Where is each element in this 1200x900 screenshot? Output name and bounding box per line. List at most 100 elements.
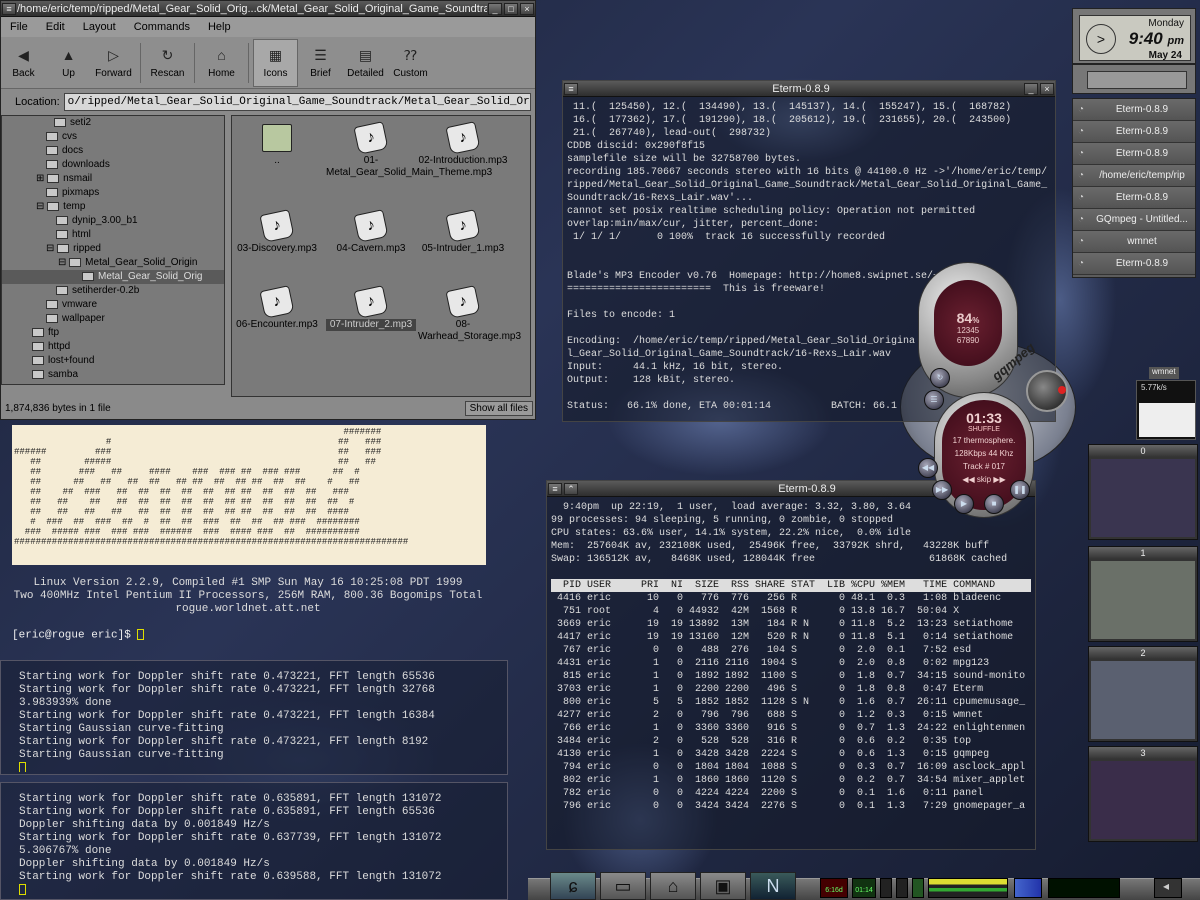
playlist-button[interactable]: ☰ <box>924 390 944 410</box>
mixer-slider-3[interactable] <box>912 878 924 898</box>
eterm-top-window[interactable]: ≡ ⌃ Eterm-0.8.9 9:40pm up 22:19, 1 user,… <box>546 480 1036 850</box>
task-item[interactable]: ◔ Eterm-0.8.9 <box>1073 99 1195 121</box>
tree-item[interactable]: setiherder-0.2b <box>2 284 224 298</box>
tree-item[interactable]: ftp <box>2 326 224 340</box>
menu-layout[interactable]: Layout <box>74 21 125 33</box>
tree-item[interactable]: samba <box>2 368 224 382</box>
tree-item[interactable]: cvs <box>2 130 224 144</box>
stop-button[interactable]: ■ <box>984 494 1004 514</box>
tree-item[interactable]: seti2 <box>2 116 224 130</box>
custom-view-button[interactable]: ⁇ Custom <box>388 39 433 87</box>
file-item[interactable]: .. <box>232 124 322 167</box>
play-button[interactable]: ▶ <box>954 494 974 514</box>
window-icon: ◔ <box>1077 104 1085 115</box>
terminal-launcher[interactable]: ▣ <box>700 872 746 900</box>
login-banner-terminal[interactable]: ####### # ## ### ###### ### ## ### ## ###… <box>8 423 488 655</box>
gqmpeg-player[interactable]: 84% 12345 67890 gqmpeg ↻ ☰ 01:33 SHUFFLE… <box>900 262 1080 524</box>
task-item[interactable]: ◔ Eterm-0.8.9 <box>1073 253 1195 275</box>
task-item[interactable]: ◔ Eterm-0.8.9 <box>1073 121 1195 143</box>
file-item[interactable]: ♪ 06-Encounter.mp3 <box>232 285 322 331</box>
task-item[interactable]: ◔ wmnet <box>1073 231 1195 253</box>
tree-item[interactable]: dynip_3.00_b1 <box>2 214 224 228</box>
window-menu-button[interactable]: ≡ <box>564 82 578 95</box>
tree-item[interactable]: docs <box>2 144 224 158</box>
collapse-icon[interactable]: ⊟ <box>36 201 47 212</box>
window-menu-button[interactable]: ≡ <box>548 482 562 495</box>
collapse-icon[interactable]: ⊟ <box>58 257 69 268</box>
file-icon-view[interactable]: .. ♪ 01-Metal_Gear_Solid_Main_Theme.mp3 ♪… <box>231 115 531 397</box>
minimize-button[interactable]: _ <box>488 2 502 15</box>
tree-item[interactable]: ⊟ ripped <box>2 242 224 256</box>
shuffle-button[interactable]: ↻ <box>930 368 950 388</box>
seti-terminal-2[interactable]: Starting work for Doppler shift rate 0.6… <box>0 782 508 900</box>
close-button[interactable]: × <box>520 2 534 15</box>
home-launcher[interactable]: ⌂ <box>650 872 696 900</box>
expand-icon[interactable]: ⊞ <box>36 173 47 184</box>
show-all-files-button[interactable]: Show all files <box>464 400 533 416</box>
back-button[interactable]: ◀ Back <box>1 39 46 87</box>
tree-item[interactable]: ⊟ Metal_Gear_Solid_Origin <box>2 256 224 270</box>
fast-forward-button[interactable]: ▶▶ <box>932 480 952 500</box>
task-item[interactable]: ◔/home/eric/temp/rip <box>1073 165 1195 187</box>
collapse-icon[interactable]: ⊟ <box>46 243 57 254</box>
icons-view-button[interactable]: ▦ Icons <box>253 38 298 87</box>
home-button[interactable]: ⌂ Home <box>199 39 244 87</box>
gnome-foot-menu-button[interactable]: ɕ <box>550 872 596 900</box>
tree-item[interactable]: ⊞ nsmail <box>2 172 224 186</box>
pager-desktop-1[interactable]: 1 <box>1088 546 1198 642</box>
maximize-button[interactable]: □ <box>504 2 518 15</box>
menu-help[interactable]: Help <box>199 21 240 33</box>
netscape-launcher[interactable]: N <box>750 872 796 900</box>
mixer-slider-1[interactable] <box>880 878 892 898</box>
tree-item[interactable]: downloads <box>2 158 224 172</box>
file-item[interactable]: ♪ 05-Intruder_1.mp3 <box>418 209 508 255</box>
pager-desktop-2[interactable]: 2 <box>1088 646 1198 742</box>
tree-item[interactable]: lost+found <box>2 354 224 368</box>
file-item[interactable]: ♪ 08-Warhead_Storage.mp3 <box>418 285 521 343</box>
window-menu-button[interactable]: ≡ <box>2 2 16 15</box>
tree-item-selected[interactable]: Metal_Gear_Solid_Orig <box>2 270 224 284</box>
file-item[interactable]: ♪ 04-Cavern.mp3 <box>326 209 416 255</box>
tree-item[interactable]: pixmaps <box>2 186 224 200</box>
pager-desktop-0[interactable]: 0 <box>1088 444 1198 540</box>
tree-item[interactable]: ⊟ temp <box>2 200 224 214</box>
detailed-view-button[interactable]: ▤ Detailed <box>343 39 388 87</box>
process-row: 4417 eric 19 19 13160 12M 520 R N 0 11.8… <box>551 632 1014 643</box>
pause-button[interactable]: ❚❚ <box>1010 480 1030 500</box>
pager-desktop-3[interactable]: 3 <box>1088 746 1198 842</box>
task-item[interactable]: ◔ GQmpeg - Untitled... <box>1073 209 1195 231</box>
shell-prompt[interactable]: [eric@rogue eric]$ <box>12 629 145 641</box>
close-button[interactable]: × <box>1040 82 1054 95</box>
forward-button[interactable]: ▷ Forward <box>91 39 136 87</box>
file-manager-titlebar[interactable]: ≡ /home/eric/temp/ripped/Metal_Gear_Soli… <box>1 1 535 17</box>
up-button[interactable]: ▲ Up <box>46 39 91 87</box>
file-item[interactable]: ♪ 03-Discovery.mp3 <box>232 209 322 255</box>
minimize-button[interactable]: _ <box>1024 82 1038 95</box>
volume-applet[interactable]: ◂ <box>1154 878 1182 898</box>
file-manager-launcher[interactable]: ▭ <box>600 872 646 900</box>
tree-item[interactable]: html <box>2 228 224 242</box>
task-item[interactable]: ◔ Eterm-0.8.9 <box>1073 143 1195 165</box>
tree-item[interactable]: wallpaper <box>2 312 224 326</box>
record-knob[interactable] <box>1026 370 1068 412</box>
menu-commands[interactable]: Commands <box>125 21 199 33</box>
file-item[interactable]: ♪ 02-Introduction.mp3 <box>418 121 508 167</box>
brief-view-button[interactable]: ☰ Brief <box>298 39 343 87</box>
seti-terminal-1[interactable]: Starting work for Doppler shift rate 0.4… <box>0 660 508 775</box>
tree-item[interactable]: vmware <box>2 298 224 312</box>
menu-file[interactable]: File <box>1 21 37 33</box>
file-item[interactable]: ♪ 01-Metal_Gear_Solid_Main_Theme.mp3 <box>326 121 492 179</box>
folder-icon <box>82 271 94 281</box>
menu-edit[interactable]: Edit <box>37 21 74 33</box>
task-item[interactable]: ◔ Eterm-0.8.9 <box>1073 187 1195 209</box>
mixer-slider-2[interactable] <box>896 878 908 898</box>
track-time: 01:33 <box>966 410 1002 426</box>
directory-tree[interactable]: seti2 cvs docs downloads ⊞ nsmail pixmap… <box>1 115 225 385</box>
rescan-button[interactable]: ↻ Rescan <box>145 39 190 87</box>
rewind-button[interactable]: ◀◀ <box>918 458 938 478</box>
tree-item[interactable]: httpd <box>2 340 224 354</box>
location-input[interactable]: o/ripped/Metal_Gear_Solid_Original_Game_… <box>63 93 531 111</box>
file-item-selected[interactable]: ♪ 07-Intruder_2.mp3 <box>326 285 416 331</box>
shade-button[interactable]: ⌃ <box>564 482 578 495</box>
eterm-titlebar[interactable]: ≡ Eterm-0.8.9 _ × <box>563 81 1055 97</box>
